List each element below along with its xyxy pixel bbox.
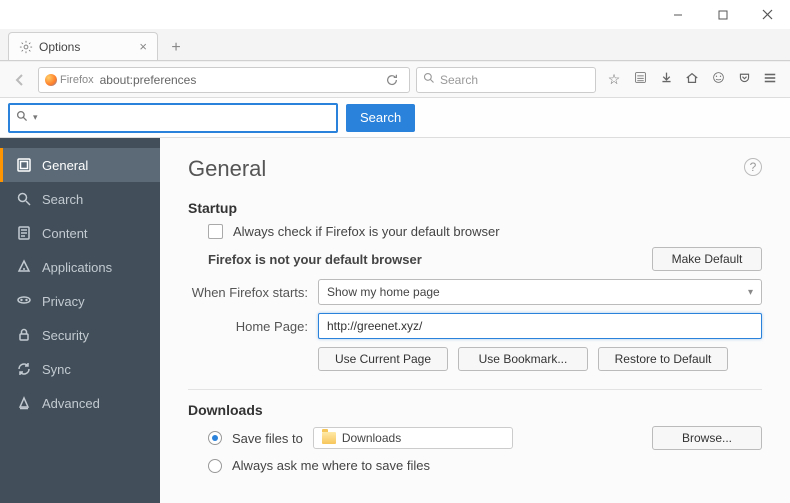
preferences-sidebar: General Search Content Applications Priv… [0,138,160,503]
sidebar-item-content[interactable]: Content [0,216,160,250]
list-icon[interactable] [632,71,648,88]
chevron-down-icon[interactable]: ▾ [33,112,38,123]
sidebar-item-label: General [42,158,88,173]
menu-icon[interactable] [762,71,778,88]
sidebar-item-label: Content [42,226,88,241]
row-save-to: Save files to Downloads Browse... [188,426,762,450]
help-button[interactable]: ? [744,158,762,176]
search-icon [16,191,32,207]
sidebar-item-search[interactable]: Search [0,182,160,216]
downloads-folder-display[interactable]: Downloads [313,427,513,449]
sidebar-item-advanced[interactable]: Advanced [0,386,160,420]
smiley-icon[interactable] [710,71,726,88]
search-icon [16,110,29,126]
home-icon[interactable] [684,71,700,88]
firefox-icon [45,74,57,86]
sidebar-item-sync[interactable]: Sync [0,352,160,386]
tab-label: Options [39,40,80,54]
sidebar-item-privacy[interactable]: Privacy [0,284,160,318]
general-icon [16,157,32,173]
window-titlebar [0,0,790,30]
always-check-checkbox[interactable] [208,224,223,239]
reload-button[interactable] [381,69,403,91]
page-title: General [188,156,762,182]
extension-search-button[interactable]: Search [346,104,415,132]
advanced-icon [16,395,32,411]
close-button[interactable] [745,0,790,30]
always-check-label: Always check if Firefox is your default … [233,224,500,239]
downloads-folder-name: Downloads [342,431,401,445]
extension-search-toolbar: ▾ Search [0,98,790,138]
when-starts-label: When Firefox starts: [188,285,308,300]
privacy-icon [16,293,32,309]
when-starts-value: Show my home page [327,285,440,299]
use-current-page-button[interactable]: Use Current Page [318,347,448,371]
sidebar-item-label: Security [42,328,89,343]
download-icon[interactable] [658,71,674,88]
applications-icon [16,259,32,275]
lock-icon [16,327,32,343]
preferences-content: ? General Startup Always check if Firefo… [160,138,790,503]
separator [188,389,762,390]
search-placeholder: Search [440,73,478,87]
back-button[interactable] [8,68,32,92]
folder-icon [322,432,336,444]
row-always-check: Always check if Firefox is your default … [188,224,762,239]
sidebar-item-applications[interactable]: Applications [0,250,160,284]
home-page-input[interactable] [318,313,762,339]
sync-icon [16,361,32,377]
row-always-ask: Always ask me where to save files [188,458,762,473]
tab-strip: Options × + [0,29,790,61]
always-ask-label: Always ask me where to save files [232,458,430,473]
gear-icon [19,40,33,54]
section-downloads-title: Downloads [188,402,762,418]
section-startup-title: Startup [188,200,762,216]
identity-box: Firefox [45,74,94,86]
sidebar-item-label: Sync [42,362,71,377]
search-icon [423,72,435,87]
sidebar-item-general[interactable]: General [0,148,160,182]
restore-default-button[interactable]: Restore to Default [598,347,728,371]
new-tab-button[interactable]: + [162,36,190,60]
tab-close-icon[interactable]: × [139,39,147,54]
main-area: General Search Content Applications Priv… [0,138,790,503]
maximize-button[interactable] [700,0,745,30]
row-default-status: Firefox is not your default browser Make… [188,247,762,271]
browse-button[interactable]: Browse... [652,426,762,450]
url-text: about:preferences [100,73,197,87]
home-page-label: Home Page: [188,319,308,334]
not-default-text: Firefox is not your default browser [208,252,642,267]
home-page-buttons: Use Current Page Use Bookmark... Restore… [318,347,762,371]
toolbar-icons: ☆ [602,71,782,88]
navigation-toolbar: Firefox about:preferences Search ☆ [0,62,790,98]
save-to-label: Save files to [232,431,303,446]
pocket-icon[interactable] [736,71,752,88]
tab-options[interactable]: Options × [8,32,158,60]
row-home-page: Home Page: [188,313,762,339]
sidebar-item-label: Privacy [42,294,85,309]
minimize-button[interactable] [655,0,700,30]
row-when-starts: When Firefox starts: Show my home page ▾ [188,279,762,305]
when-starts-select[interactable]: Show my home page ▾ [318,279,762,305]
chevron-down-icon: ▾ [748,287,753,298]
always-ask-radio[interactable] [208,459,222,473]
save-to-radio[interactable] [208,431,222,445]
sidebar-item-label: Search [42,192,83,207]
make-default-button[interactable]: Make Default [652,247,762,271]
sidebar-item-label: Advanced [42,396,100,411]
sidebar-item-security[interactable]: Security [0,318,160,352]
bookmark-star-icon[interactable]: ☆ [606,71,622,88]
use-bookmark-button[interactable]: Use Bookmark... [458,347,588,371]
extension-search-input[interactable]: ▾ [8,103,338,133]
address-bar[interactable]: Firefox about:preferences [38,67,410,93]
sidebar-item-label: Applications [42,260,112,275]
search-bar[interactable]: Search [416,67,596,93]
content-icon [16,225,32,241]
url-prefix: Firefox [60,74,94,86]
